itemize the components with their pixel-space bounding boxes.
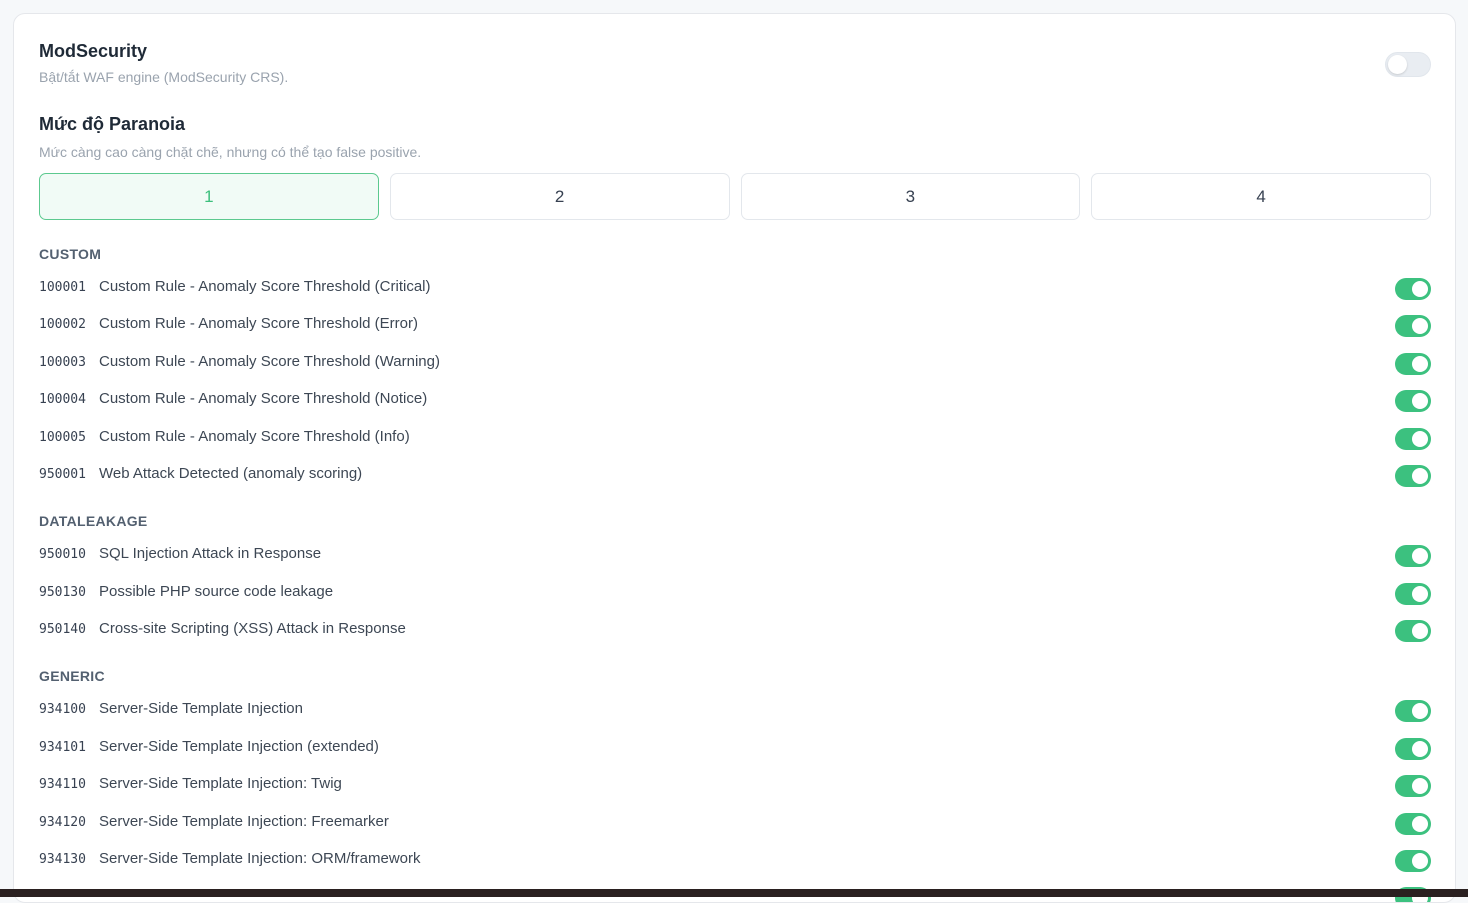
rule-id: 934101 [39,740,86,755]
rule-id: 950001 [39,467,86,482]
rule-toggle[interactable] [1395,813,1431,835]
paranoia-level-4-button[interactable]: 4 [1091,173,1431,220]
rule-toggle[interactable] [1395,850,1431,872]
toggle-knob [1412,318,1428,334]
rule-toggle[interactable] [1395,545,1431,567]
paranoia-level-1-button[interactable]: 1 [39,173,379,220]
rule-name: Custom Rule - Anomaly Score Threshold (I… [99,428,410,445]
group-header-generic: GENERIC [39,668,105,684]
rule-row: 950140 Cross-site Scripting (XSS) Attack… [39,619,1431,643]
rule-toggle[interactable] [1395,353,1431,375]
rule-row: 934101 Server-Side Template Injection (e… [39,737,1431,761]
rule-id: 100001 [39,280,86,295]
rule-row: 950010 SQL Injection Attack in Response [39,544,1431,568]
rule-name: Custom Rule - Anomaly Score Threshold (E… [99,315,418,332]
rule-row: 934100 Server-Side Template Injection [39,699,1431,723]
rule-name: Server-Side Template Injection [99,700,303,717]
toggle-knob [1412,393,1428,409]
toggle-knob [1412,816,1428,832]
paranoia-level-selector: 1 2 3 4 [39,173,1431,220]
rule-id: 100005 [39,430,86,445]
rule-row: 100005 Custom Rule - Anomaly Score Thres… [39,427,1431,451]
rule-row: 950001 Web Attack Detected (anomaly scor… [39,464,1431,488]
rule-name: Server-Side Template Injection: ORM/fram… [99,850,421,867]
toggle-knob [1412,853,1428,869]
modsecurity-title: ModSecurity [39,41,148,61]
waf-settings-card: ModSecurity Bật/tắt WAF engine (ModSecur… [13,13,1456,903]
rule-id: 100004 [39,392,86,407]
rule-row: 934120 Server-Side Template Injection: F… [39,812,1431,836]
modsecurity-toggle[interactable] [1385,52,1431,77]
rule-name: SQL Injection Attack in Response [99,545,322,562]
toggle-knob [1412,778,1428,794]
rule-name: Custom Rule - Anomaly Score Threshold (W… [99,353,440,370]
rule-name: Web Attack Detected (anomaly scoring) [99,465,363,482]
rule-row: 100002 Custom Rule - Anomaly Score Thres… [39,314,1431,338]
rule-row: 100003 Custom Rule - Anomaly Score Thres… [39,352,1431,376]
rule-id: 100003 [39,355,86,370]
rule-name: Possible PHP source code leakage [99,583,334,600]
rule-toggle[interactable] [1395,700,1431,722]
group-header-dataleakage: DATALEAKAGE [39,513,148,529]
rule-row: 934130 Server-Side Template Injection: O… [39,849,1431,873]
toggle-knob [1412,741,1428,757]
rule-id: 950010 [39,547,86,562]
rule-toggle[interactable] [1395,315,1431,337]
toggle-knob [1388,55,1407,74]
rule-row: 950130 Possible PHP source code leakage [39,582,1431,606]
rule-toggle[interactable] [1395,428,1431,450]
toggle-knob [1412,548,1428,564]
rule-name: Custom Rule - Anomaly Score Threshold (C… [99,278,431,295]
paranoia-level-2-button[interactable]: 2 [389,173,730,220]
rule-id: 950130 [39,585,86,600]
rule-id: 100002 [39,317,86,332]
rule-toggle[interactable] [1395,583,1431,605]
rule-name: Cross-site Scripting (XSS) Attack in Res… [99,620,406,637]
rule-id: 934100 [39,702,86,717]
rule-id: 934110 [39,777,86,792]
rule-row: 934110 Server-Side Template Injection: T… [39,774,1431,798]
toggle-knob [1412,586,1428,602]
rule-name: Custom Rule - Anomaly Score Threshold (N… [99,390,428,407]
rule-toggle[interactable] [1395,465,1431,487]
rule-name: Server-Side Template Injection: Freemark… [99,813,389,830]
toggle-knob [1412,468,1428,484]
rule-name: Server-Side Template Injection (extended… [99,738,379,755]
rule-toggle[interactable] [1395,278,1431,300]
group-header-custom: CUSTOM [39,246,102,262]
rule-row: 100001 Custom Rule - Anomaly Score Thres… [39,277,1431,301]
toggle-knob [1412,431,1428,447]
rule-name: Server-Side Template Injection: Twig [99,775,342,792]
toggle-knob [1412,623,1428,639]
toggle-knob [1412,703,1428,719]
rule-id: 934120 [39,815,86,830]
rule-toggle[interactable] [1395,738,1431,760]
rule-toggle[interactable] [1395,620,1431,642]
rule-id: 950140 [39,622,86,637]
rule-toggle[interactable] [1395,390,1431,412]
toggle-knob [1412,356,1428,372]
rule-row: 100004 Custom Rule - Anomaly Score Thres… [39,389,1431,413]
rule-toggle[interactable] [1395,775,1431,797]
modsecurity-description: Bật/tắt WAF engine (ModSecurity CRS). [39,69,289,85]
paranoia-description: Mức càng cao càng chặt chẽ, nhưng có thể… [39,144,422,160]
toggle-knob [1412,281,1428,297]
paranoia-level-3-button[interactable]: 3 [740,173,1081,220]
paranoia-title: Mức độ Paranoia [39,114,186,134]
rule-id: 934130 [39,852,86,867]
taskbar-edge [0,889,1468,897]
